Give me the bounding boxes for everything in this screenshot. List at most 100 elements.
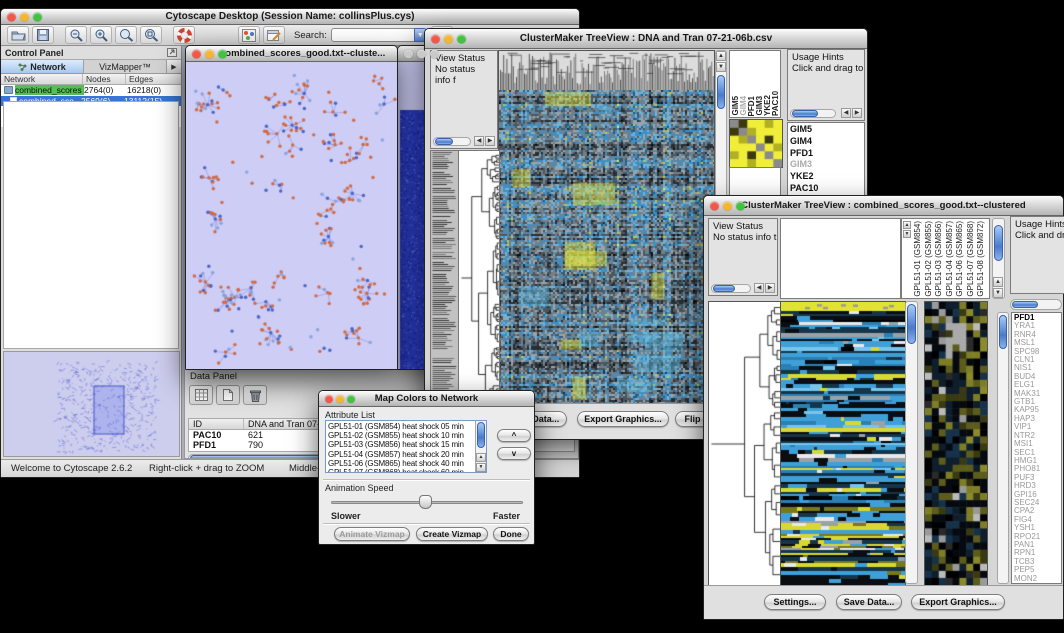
tv2-col-header[interactable]: GPL51-03 (GSM856) [934, 221, 945, 297]
move-up-button[interactable]: ^ [497, 429, 531, 442]
tv2-col-header[interactable]: GPL51-08 (GSM872) [976, 221, 987, 297]
gene-label[interactable]: GIM4 [788, 136, 864, 148]
tv1-col-label[interactable]: PAC10 [771, 91, 779, 116]
scroll-right-icon[interactable]: ▶ [852, 108, 862, 118]
gene-label[interactable]: YKE2 [788, 171, 864, 183]
zoom-selected-button[interactable] [140, 26, 162, 44]
dialog-title-bar[interactable]: Map Colors to Network [319, 391, 534, 407]
tv2-zoom-heatmap[interactable] [924, 301, 988, 586]
tv1-vscroll-thumb[interactable] [717, 75, 725, 109]
tv1-col-label[interactable]: YKE2 [763, 95, 771, 116]
network-tree-area[interactable] [3, 101, 179, 349]
tv2-status-scrollbar[interactable] [711, 284, 751, 293]
scroll-down-icon[interactable]: ▼ [993, 288, 1003, 298]
tv2-col-header[interactable]: GPL51-01 (GSM854) [913, 221, 924, 297]
tv2-col-header[interactable]: GPL51-02 (GSM855) [924, 221, 935, 297]
gene-label[interactable]: PAC10 [788, 183, 864, 195]
scroll-left-icon[interactable]: ◀ [754, 283, 764, 293]
tv1-column-dendrogram[interactable] [498, 50, 715, 91]
attribute-list[interactable]: GPL51-01 (GSM854) heat shock 05 minGPL51… [325, 420, 487, 473]
attribute-item[interactable]: GPL51-02 (GSM855) heat shock 10 min [326, 431, 486, 440]
close-icon[interactable] [431, 34, 440, 43]
done-button[interactable]: Done [493, 527, 529, 541]
col-id[interactable]: ID [189, 419, 244, 429]
network-overview[interactable] [3, 351, 180, 457]
settings-button[interactable]: Settings... [764, 594, 826, 610]
close-icon[interactable] [7, 12, 16, 21]
minimize-icon[interactable] [20, 12, 29, 21]
attribute-item[interactable]: GPL51-07 (GSM868) heat shock 60 min [326, 468, 486, 473]
tv1-col-label[interactable]: GIM4 [739, 96, 747, 116]
zoom-window-icon[interactable] [33, 12, 42, 21]
tv2-genelist-hscrollbar[interactable] [1010, 299, 1062, 310]
network-table-row[interactable]: combined_scores2764(0)16218(0) [1, 85, 181, 96]
main-title-bar[interactable]: Cytoscape Desktop (Session Name: collins… [1, 9, 579, 25]
scroll-up-icon[interactable]: ▲ [903, 221, 911, 229]
minimize-icon[interactable] [205, 49, 214, 58]
scroll-right-icon[interactable]: ▶ [765, 283, 775, 293]
treeview1-title-bar[interactable]: ClusterMaker TreeView : DNA and Tran 07-… [425, 29, 867, 49]
tv2-genelist-vscrollbar[interactable] [997, 312, 1009, 584]
save-session-button[interactable] [32, 26, 54, 44]
gene-label[interactable]: MON2 [1012, 575, 1061, 583]
gene-label[interactable]: GIM5 [788, 124, 864, 136]
tv1-status-scrollbar[interactable] [433, 137, 471, 146]
zoom-window-icon[interactable] [430, 49, 439, 58]
create-vizmap-button[interactable]: Create Vizmap [416, 527, 488, 541]
tv1-col-label[interactable]: PFD1 [747, 96, 755, 116]
attribute-item[interactable]: GPL51-06 (GSM865) heat shock 40 min [326, 459, 486, 468]
tv2-col-header[interactable]: GPL51-04 (GSM857) [945, 221, 956, 297]
zoom-window-icon[interactable] [347, 395, 355, 403]
close-icon[interactable] [325, 395, 333, 403]
attribute-item[interactable]: GPL51-04 (GSM857) heat shock 20 min [326, 450, 486, 459]
tv2-col-header[interactable]: GPL51-06 (GSM865) [955, 221, 966, 297]
animate-vizmap-button[interactable]: Animate Vizmap [334, 527, 410, 541]
zoom-window-icon[interactable] [218, 49, 227, 58]
tv2-vscrollbar[interactable] [905, 301, 918, 584]
tv2-col-header[interactable]: GPL51-07 (GSM868) [966, 221, 977, 297]
tv1-heatmap[interactable] [498, 90, 715, 404]
float-panel-icon[interactable] [167, 48, 177, 57]
tv1-hints-scroll-thumb[interactable] [792, 110, 818, 117]
gene-label[interactable]: PFD1 [788, 148, 864, 160]
network-overview-canvas[interactable] [4, 352, 179, 456]
tv2-genelist-hscroll-thumb[interactable] [1012, 301, 1038, 308]
vizmapper-shortcut-button[interactable] [238, 26, 260, 44]
network-graph-canvas[interactable] [186, 62, 397, 369]
zoom-window-icon[interactable] [457, 34, 466, 43]
minimize-icon[interactable] [417, 49, 426, 58]
delete-attribute-button[interactable] [243, 385, 267, 405]
scroll-up-icon[interactable]: ▲ [993, 277, 1003, 287]
scroll-down-icon[interactable]: ▼ [903, 230, 911, 238]
tv2-top-dendrogram-area[interactable] [780, 218, 901, 299]
select-attributes-button[interactable] [189, 385, 213, 405]
scroll-down-icon[interactable]: ▼ [716, 62, 726, 72]
tab-vizmapper[interactable]: VizMapper™ [84, 60, 167, 73]
zoom-fit-button[interactable] [115, 26, 137, 44]
minimize-icon[interactable] [444, 34, 453, 43]
minimize-icon[interactable] [723, 201, 732, 210]
scroll-left-icon[interactable]: ◀ [841, 108, 851, 118]
network-table-header[interactable]: Network Nodes Edges [1, 74, 181, 85]
tab-overflow-button[interactable]: ▶ [167, 60, 181, 73]
export-graphics-button[interactable]: Export Graphics... [577, 411, 669, 427]
tv1-col-label[interactable]: GIM5 [731, 96, 739, 116]
scroll-right-icon[interactable]: ▶ [485, 136, 495, 146]
save-data-button[interactable]: Save Data... [836, 594, 902, 610]
scroll-up-icon[interactable]: ▲ [476, 453, 486, 462]
open-session-button[interactable] [7, 26, 29, 44]
close-icon[interactable] [192, 49, 201, 58]
treeview2-title-bar[interactable]: ClusterMaker TreeView : combined_scores_… [704, 196, 1063, 216]
tv2-genelist-vscroll-thumb[interactable] [999, 315, 1007, 349]
tv1-row-dendrogram[interactable] [458, 150, 500, 405]
export-graphics-button[interactable]: Export Graphics... [911, 594, 1005, 610]
tv1-status-scroll-thumb[interactable] [435, 138, 453, 145]
network-view-title-bar[interactable]: combined_scores_good.txt--cluste... [186, 46, 397, 62]
attribute-scroll-thumb[interactable] [477, 422, 485, 448]
speed-slider-thumb[interactable] [419, 495, 432, 509]
attribute-item[interactable]: GPL51-01 (GSM854) heat shock 05 min [326, 422, 486, 431]
close-icon[interactable] [404, 49, 413, 58]
tv1-mini-heatmap[interactable] [729, 119, 783, 168]
minimize-icon[interactable] [336, 395, 344, 403]
tv2-vscroll-thumb[interactable] [907, 304, 916, 344]
